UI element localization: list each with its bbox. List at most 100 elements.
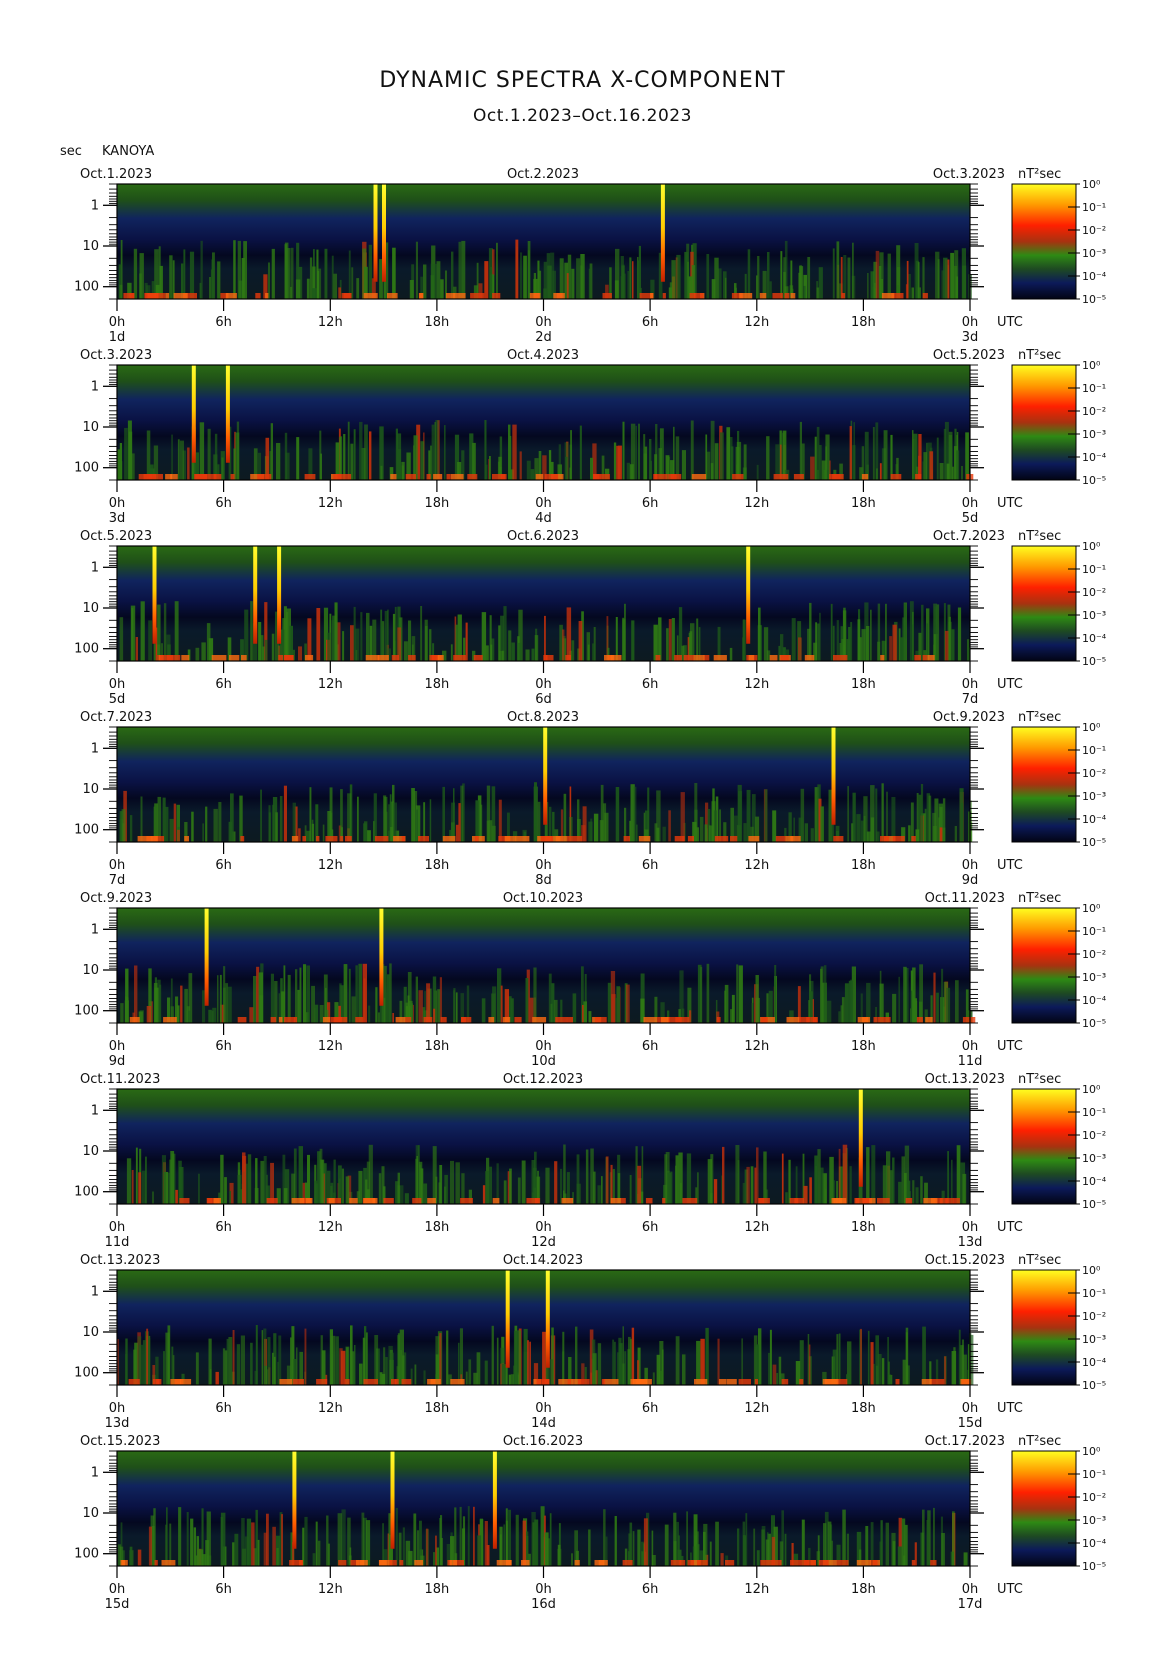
activity-band bbox=[927, 655, 935, 661]
activity-streak bbox=[334, 602, 338, 661]
panel-date-mid: Oct.6.2023 bbox=[507, 529, 579, 544]
activity-streak bbox=[817, 623, 820, 661]
activity-streak bbox=[952, 466, 954, 480]
activity-streak bbox=[700, 966, 703, 1023]
event-spike bbox=[390, 1451, 395, 1549]
activity-streak bbox=[870, 817, 875, 842]
activity-streak bbox=[496, 1163, 499, 1204]
x-tick-label: 6h bbox=[642, 1401, 659, 1416]
activity-streak bbox=[735, 1145, 740, 1204]
colorbar-tick-label: 10⁻² bbox=[1082, 586, 1106, 599]
colorbar-tick-label: 10⁻³ bbox=[1082, 247, 1106, 260]
activity-band bbox=[646, 1379, 652, 1385]
activity-band bbox=[890, 474, 902, 480]
colorbar bbox=[1011, 1450, 1077, 1567]
activity-band bbox=[833, 655, 848, 661]
activity-band bbox=[854, 1198, 870, 1204]
activity-band bbox=[535, 474, 544, 480]
x-tick-label: 0h bbox=[535, 858, 552, 873]
activity-band bbox=[363, 1198, 375, 1204]
activity-streak bbox=[265, 437, 270, 480]
activity-streak bbox=[738, 965, 743, 1023]
activity-streak bbox=[270, 423, 273, 480]
activity-band bbox=[668, 474, 677, 480]
activity-streak bbox=[808, 1344, 811, 1385]
activity-band bbox=[929, 1379, 945, 1385]
activity-streak bbox=[635, 425, 637, 480]
activity-streak bbox=[847, 257, 851, 299]
x-tick-label: 0h bbox=[109, 1039, 126, 1054]
y-tick-label: 10 bbox=[82, 782, 99, 797]
activity-streak bbox=[769, 281, 772, 299]
activity-streak bbox=[544, 615, 546, 661]
activity-streak bbox=[279, 796, 283, 842]
activity-band bbox=[790, 1560, 799, 1566]
activity-streak bbox=[503, 1524, 506, 1566]
activity-streak bbox=[258, 972, 263, 1023]
activity-streak bbox=[709, 1541, 712, 1566]
day-label: 13d bbox=[105, 1416, 130, 1431]
activity-streak bbox=[769, 1329, 772, 1385]
activity-streak bbox=[169, 255, 173, 299]
activity-streak bbox=[866, 982, 871, 1023]
activity-band bbox=[173, 293, 188, 299]
activity-streak bbox=[515, 239, 519, 299]
panel-date-mid: Oct.2.2023 bbox=[507, 167, 579, 182]
activity-band bbox=[279, 1379, 293, 1385]
activity-streak bbox=[622, 421, 625, 480]
activity-streak bbox=[649, 439, 652, 480]
activity-band bbox=[714, 836, 729, 842]
activity-band bbox=[291, 836, 299, 842]
colorbar bbox=[1011, 183, 1077, 300]
activity-band bbox=[461, 1017, 466, 1023]
activity-band bbox=[694, 293, 704, 299]
colorbar-tick-label: 10⁰ bbox=[1082, 178, 1101, 191]
activity-streak bbox=[439, 977, 442, 1023]
activity-streak bbox=[237, 240, 241, 299]
activity-streak bbox=[651, 1530, 654, 1566]
activity-streak bbox=[957, 607, 962, 661]
panel-date-left: Oct.1.2023 bbox=[80, 167, 152, 182]
activity-streak bbox=[481, 612, 487, 661]
x-tick-label: 0h bbox=[962, 858, 979, 873]
y-tick-label: 10 bbox=[82, 1144, 99, 1159]
activity-band bbox=[857, 1017, 870, 1023]
event-spike bbox=[277, 546, 282, 644]
event-spike bbox=[858, 1089, 863, 1187]
activity-streak bbox=[527, 1340, 529, 1385]
x-tick-label: 12h bbox=[744, 1582, 769, 1597]
event-spike bbox=[225, 365, 230, 463]
x-tick-label: 12h bbox=[744, 1039, 769, 1054]
activity-streak bbox=[866, 626, 870, 661]
activity-streak bbox=[375, 987, 378, 1023]
activity-streak bbox=[362, 248, 367, 299]
activity-band bbox=[781, 1379, 789, 1385]
activity-streak bbox=[241, 258, 245, 299]
activity-streak bbox=[476, 1352, 481, 1385]
activity-streak bbox=[671, 618, 675, 661]
y-tick-label: 10 bbox=[82, 420, 99, 435]
activity-streak bbox=[451, 251, 454, 299]
activity-band bbox=[810, 1017, 817, 1023]
colorbar-tick-label: 10⁻³ bbox=[1082, 1152, 1106, 1165]
activity-streak bbox=[386, 974, 390, 1023]
activity-streak bbox=[169, 1523, 172, 1566]
activity-streak bbox=[961, 466, 963, 480]
colorbar-tick-label: 10⁻⁵ bbox=[1082, 1017, 1106, 1030]
x-tick-label: 18h bbox=[851, 677, 876, 692]
x-tick-label: 18h bbox=[425, 1582, 450, 1597]
activity-streak bbox=[872, 427, 875, 480]
activity-streak bbox=[171, 434, 173, 480]
activity-streak bbox=[922, 1509, 925, 1566]
activity-streak bbox=[675, 1336, 680, 1385]
activity-band bbox=[760, 1560, 773, 1566]
colorbar-tick-label: 10⁻¹ bbox=[1082, 925, 1106, 938]
activity-streak bbox=[339, 436, 342, 480]
activity-streak bbox=[429, 799, 432, 842]
x-tick-label: 18h bbox=[425, 677, 450, 692]
activity-band bbox=[345, 836, 352, 842]
activity-streak bbox=[615, 787, 620, 842]
activity-streak bbox=[157, 796, 162, 842]
activity-streak bbox=[457, 614, 462, 661]
activity-streak bbox=[491, 1325, 494, 1385]
